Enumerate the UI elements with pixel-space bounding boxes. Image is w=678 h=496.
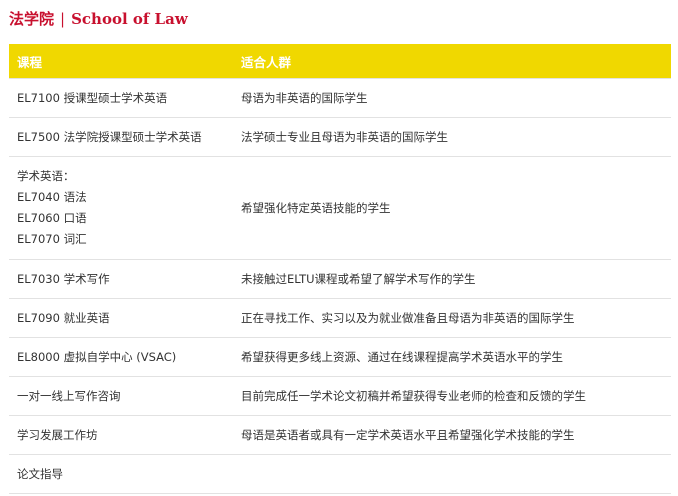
- audience-cell: 母语是英语者或具有一定学术英语水平且希望强化学术技能的学生: [225, 415, 671, 455]
- course-name: EL7070 词汇: [17, 232, 87, 246]
- course-cell: EL7100 授课型硕士学术英语: [9, 78, 225, 118]
- course-cell: EL7090 就业英语: [9, 298, 225, 338]
- audience-cell: 目前完成任一学术论文初稿并希望获得专业老师的检查和反馈的学生: [225, 376, 671, 416]
- audience-cell: 希望强化特定英语技能的学生: [225, 156, 671, 260]
- audience-cell: 母语为非英语的国际学生: [225, 78, 671, 118]
- heading-english: School of Law: [71, 10, 188, 28]
- course-cell: 论文指导: [9, 454, 225, 494]
- course-cell: EL8000 虚拟自学中心 (VSAC): [9, 337, 225, 377]
- table-row: EL7030 学术写作 未接触过ELTU课程或希望了解学术写作的学生: [9, 259, 671, 299]
- course-cell: 学术英语： EL7040 语法 EL7060 口语 EL7070 词汇: [9, 156, 225, 260]
- course-name: 论文指导: [17, 466, 63, 481]
- audience-cell: 希望获得更多线上资源、通过在线课程提高学术英语水平的学生: [225, 337, 671, 377]
- audience-cell: 法学硕士专业且母语为非英语的国际学生: [225, 117, 671, 157]
- course-name: EL7500 法学院授课型硕士学术英语: [17, 129, 202, 144]
- audience-cell: 正在寻找工作、实习以及为就业做准备且母语为非英语的国际学生: [225, 298, 671, 338]
- course-table: 课程 适合人群 EL7100 授课型硕士学术英语 母语为非英语的国际学生 EL7…: [9, 44, 671, 494]
- table-row: EL7500 法学院授课型硕士学术英语 法学硕士专业且母语为非英语的国际学生: [9, 117, 671, 157]
- heading-chinese: 法学院: [9, 10, 55, 28]
- column-header-audience: 适合人群: [225, 44, 671, 79]
- course-name: 一对一线上写作咨询: [17, 388, 121, 403]
- column-header-course: 课程: [9, 44, 225, 79]
- table-row: EL8000 虚拟自学中心 (VSAC) 希望获得更多线上资源、通过在线课程提高…: [9, 337, 671, 377]
- course-name: EL7030 学术写作: [17, 271, 110, 286]
- table-row: 一对一线上写作咨询 目前完成任一学术论文初稿并希望获得专业老师的检查和反馈的学生: [9, 376, 671, 416]
- table-row: EL7100 授课型硕士学术英语 母语为非英语的国际学生: [9, 78, 671, 118]
- course-cell: 学习发展工作坊: [9, 415, 225, 455]
- course-group-title: 学术英语：: [17, 169, 75, 183]
- course-cell: 一对一线上写作咨询: [9, 376, 225, 416]
- table-row: 论文指导: [9, 454, 671, 494]
- course-cell: EL7030 学术写作: [9, 259, 225, 299]
- course-cell: EL7500 法学院授课型硕士学术英语: [9, 117, 225, 157]
- audience-cell: 未接触过ELTU课程或希望了解学术写作的学生: [225, 259, 671, 299]
- course-name: 学习发展工作坊: [17, 427, 98, 442]
- table-header-row: 课程 适合人群: [9, 44, 671, 79]
- audience-cell: [225, 454, 671, 494]
- course-name: EL7100 授课型硕士学术英语: [17, 90, 168, 105]
- page-heading: 法学院 | School of Law: [9, 8, 188, 29]
- heading-separator: |: [60, 10, 66, 28]
- course-name: EL7040 语法: [17, 190, 87, 204]
- course-name: EL7060 口语: [17, 211, 87, 225]
- table-row: EL7090 就业英语 正在寻找工作、实习以及为就业做准备且母语为非英语的国际学…: [9, 298, 671, 338]
- table-row: 学术英语： EL7040 语法 EL7060 口语 EL7070 词汇 希望强化…: [9, 156, 671, 260]
- course-name: EL7090 就业英语: [17, 310, 110, 325]
- course-name: EL8000 虚拟自学中心 (VSAC): [17, 349, 177, 364]
- table-row: 学习发展工作坊 母语是英语者或具有一定学术英语水平且希望强化学术技能的学生: [9, 415, 671, 455]
